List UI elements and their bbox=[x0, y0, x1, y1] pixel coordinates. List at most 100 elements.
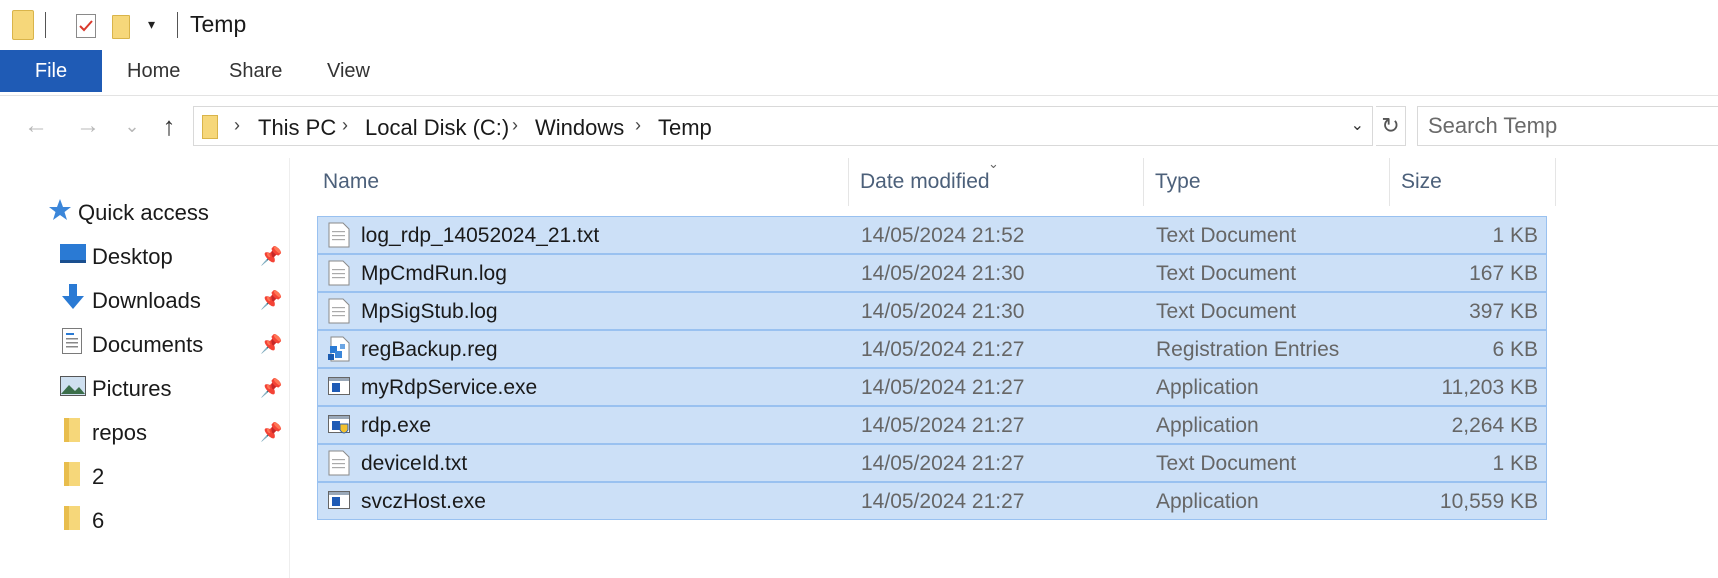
breadcrumb-separator[interactable]: › bbox=[234, 115, 240, 136]
registry-file-icon bbox=[328, 336, 350, 362]
text-file-icon bbox=[328, 222, 350, 248]
file-name: svczHost.exe bbox=[361, 490, 486, 513]
file-date: 14/05/2024 21:30 bbox=[861, 300, 1025, 323]
folder-icon bbox=[202, 115, 218, 139]
column-divider[interactable] bbox=[1389, 158, 1390, 206]
file-type: Text Document bbox=[1156, 224, 1297, 247]
file-name: log_rdp_14052024_21.txt bbox=[361, 224, 600, 247]
address-bar[interactable]: › This PC › Local Disk (C:) › Windows › … bbox=[193, 106, 1373, 146]
file-name: myRdpService.exe bbox=[361, 376, 538, 399]
file-row[interactable]: regBackup.reg 14/05/2024 21:27 Registrat… bbox=[317, 330, 1547, 368]
sidebar-item-label: repos bbox=[92, 420, 148, 445]
text-file-icon bbox=[328, 260, 350, 286]
file-type: Application bbox=[1156, 490, 1259, 513]
recent-locations-button[interactable]: ⌄ bbox=[118, 110, 146, 142]
window-title: Temp bbox=[190, 11, 247, 37]
address-dropdown-icon[interactable]: ⌄ bbox=[1351, 115, 1364, 135]
refresh-button[interactable]: ↻ bbox=[1376, 106, 1406, 146]
properties-icon[interactable] bbox=[76, 14, 96, 38]
file-name: deviceId.txt bbox=[361, 452, 468, 475]
sidebar-item-2[interactable]: 2 bbox=[0, 456, 289, 496]
file-size: 1 KB bbox=[1492, 452, 1538, 475]
sidebar-item-label: 6 bbox=[92, 508, 105, 533]
file-size: 2,264 KB bbox=[1451, 414, 1538, 437]
sidebar-item-repos[interactable]: repos 📌 bbox=[0, 412, 289, 452]
pictures-icon bbox=[60, 376, 86, 396]
file-row[interactable]: log_rdp_14052024_21.txt 14/05/2024 21:52… bbox=[317, 216, 1547, 254]
file-row[interactable]: myRdpService.exe 14/05/2024 21:27 Applic… bbox=[317, 368, 1547, 406]
file-size: 11,203 KB bbox=[1441, 376, 1538, 399]
application-shield-icon bbox=[328, 415, 350, 434]
sidebar-item-quick-access[interactable]: Quick access bbox=[0, 192, 289, 232]
navigation-pane: Quick access Desktop 📌 Downloads 📌 Docum… bbox=[0, 158, 290, 578]
sidebar-item-6[interactable]: 6 bbox=[0, 500, 289, 540]
column-header-size[interactable]: Size bbox=[1401, 158, 1442, 206]
file-date: 14/05/2024 21:30 bbox=[861, 262, 1025, 285]
file-type: Text Document bbox=[1156, 262, 1297, 285]
file-row[interactable]: MpSigStub.log 14/05/2024 21:30 Text Docu… bbox=[317, 292, 1547, 330]
file-date: 14/05/2024 21:27 bbox=[861, 376, 1025, 399]
sidebar-item-label: Quick access bbox=[78, 200, 209, 225]
column-header-type[interactable]: Type bbox=[1155, 158, 1201, 206]
breadcrumb-separator[interactable]: › bbox=[342, 115, 348, 136]
file-size: 1 KB bbox=[1492, 224, 1538, 247]
sidebar-item-label: Pictures bbox=[92, 376, 172, 401]
column-header-date-modified[interactable]: Date modified bbox=[860, 158, 990, 206]
tab-file[interactable]: File bbox=[0, 50, 102, 92]
file-name: MpCmdRun.log bbox=[361, 262, 507, 285]
search-input[interactable] bbox=[1418, 107, 1718, 145]
file-row[interactable]: svczHost.exe 14/05/2024 21:27 Applicatio… bbox=[317, 482, 1547, 520]
tab-home[interactable]: Home bbox=[127, 50, 180, 92]
document-icon bbox=[62, 328, 82, 354]
breadcrumb-temp[interactable]: Temp bbox=[658, 115, 712, 141]
breadcrumb-separator[interactable]: › bbox=[635, 115, 641, 136]
folder-icon[interactable] bbox=[12, 10, 34, 40]
file-name: MpSigStub.log bbox=[361, 300, 498, 323]
up-button[interactable]: ↑ bbox=[155, 110, 183, 142]
column-divider[interactable] bbox=[1143, 158, 1144, 206]
sidebar-item-pictures[interactable]: Pictures 📌 bbox=[0, 368, 289, 408]
new-folder-icon[interactable] bbox=[112, 15, 130, 39]
sidebar-item-label: Desktop bbox=[92, 244, 173, 269]
ribbon-tabs: File Home Share View bbox=[0, 50, 1718, 96]
tab-share[interactable]: Share bbox=[229, 50, 282, 92]
file-name: rdp.exe bbox=[361, 414, 432, 437]
file-type: Application bbox=[1156, 414, 1259, 437]
title-bar: ▾ Temp bbox=[0, 0, 1718, 50]
sort-indicator-icon: ⌄ bbox=[988, 158, 999, 171]
pin-icon: 📌 bbox=[260, 378, 283, 398]
navigation-bar: ← → ⌄ ↑ › This PC › Local Disk (C:) › Wi… bbox=[0, 100, 1718, 154]
pin-icon: 📌 bbox=[260, 334, 283, 354]
column-divider[interactable] bbox=[1555, 158, 1556, 206]
breadcrumb-local-disk[interactable]: Local Disk (C:) bbox=[365, 115, 509, 141]
breadcrumb-windows[interactable]: Windows bbox=[535, 115, 624, 141]
application-icon bbox=[328, 491, 350, 509]
forward-button[interactable]: → bbox=[74, 110, 102, 142]
sidebar-item-downloads[interactable]: Downloads 📌 bbox=[0, 280, 289, 320]
pin-icon: 📌 bbox=[260, 422, 283, 442]
column-header-name[interactable]: Name bbox=[323, 158, 379, 206]
column-divider[interactable] bbox=[848, 158, 849, 206]
file-list: ⌄ Name Date modified Type Size log_rdp_1… bbox=[300, 158, 1718, 578]
sidebar-item-label: Documents bbox=[92, 332, 204, 357]
application-icon bbox=[328, 377, 350, 395]
file-row[interactable]: deviceId.txt 14/05/2024 21:27 Text Docum… bbox=[317, 444, 1547, 482]
sidebar-item-desktop[interactable]: Desktop 📌 bbox=[0, 236, 289, 276]
folder-icon bbox=[64, 506, 80, 530]
file-date: 14/05/2024 21:27 bbox=[861, 452, 1025, 475]
breadcrumb-this-pc[interactable]: This PC bbox=[258, 115, 336, 141]
star-icon bbox=[49, 199, 71, 220]
file-type: Registration Entries bbox=[1156, 338, 1340, 361]
toolbar-separator bbox=[177, 12, 178, 38]
file-type: Application bbox=[1156, 376, 1259, 399]
back-button[interactable]: ← bbox=[22, 110, 50, 142]
search-box[interactable] bbox=[1417, 106, 1718, 146]
customize-dropdown-icon[interactable]: ▾ bbox=[148, 16, 155, 33]
file-row[interactable]: rdp.exe 14/05/2024 21:27 Application 2,2… bbox=[317, 406, 1547, 444]
pin-icon: 📌 bbox=[260, 290, 283, 310]
tab-view[interactable]: View bbox=[327, 50, 370, 92]
file-row[interactable]: MpCmdRun.log 14/05/2024 21:30 Text Docum… bbox=[317, 254, 1547, 292]
sidebar-item-documents[interactable]: Documents 📌 bbox=[0, 324, 289, 364]
folder-icon bbox=[64, 462, 80, 486]
breadcrumb-separator[interactable]: › bbox=[512, 115, 518, 136]
